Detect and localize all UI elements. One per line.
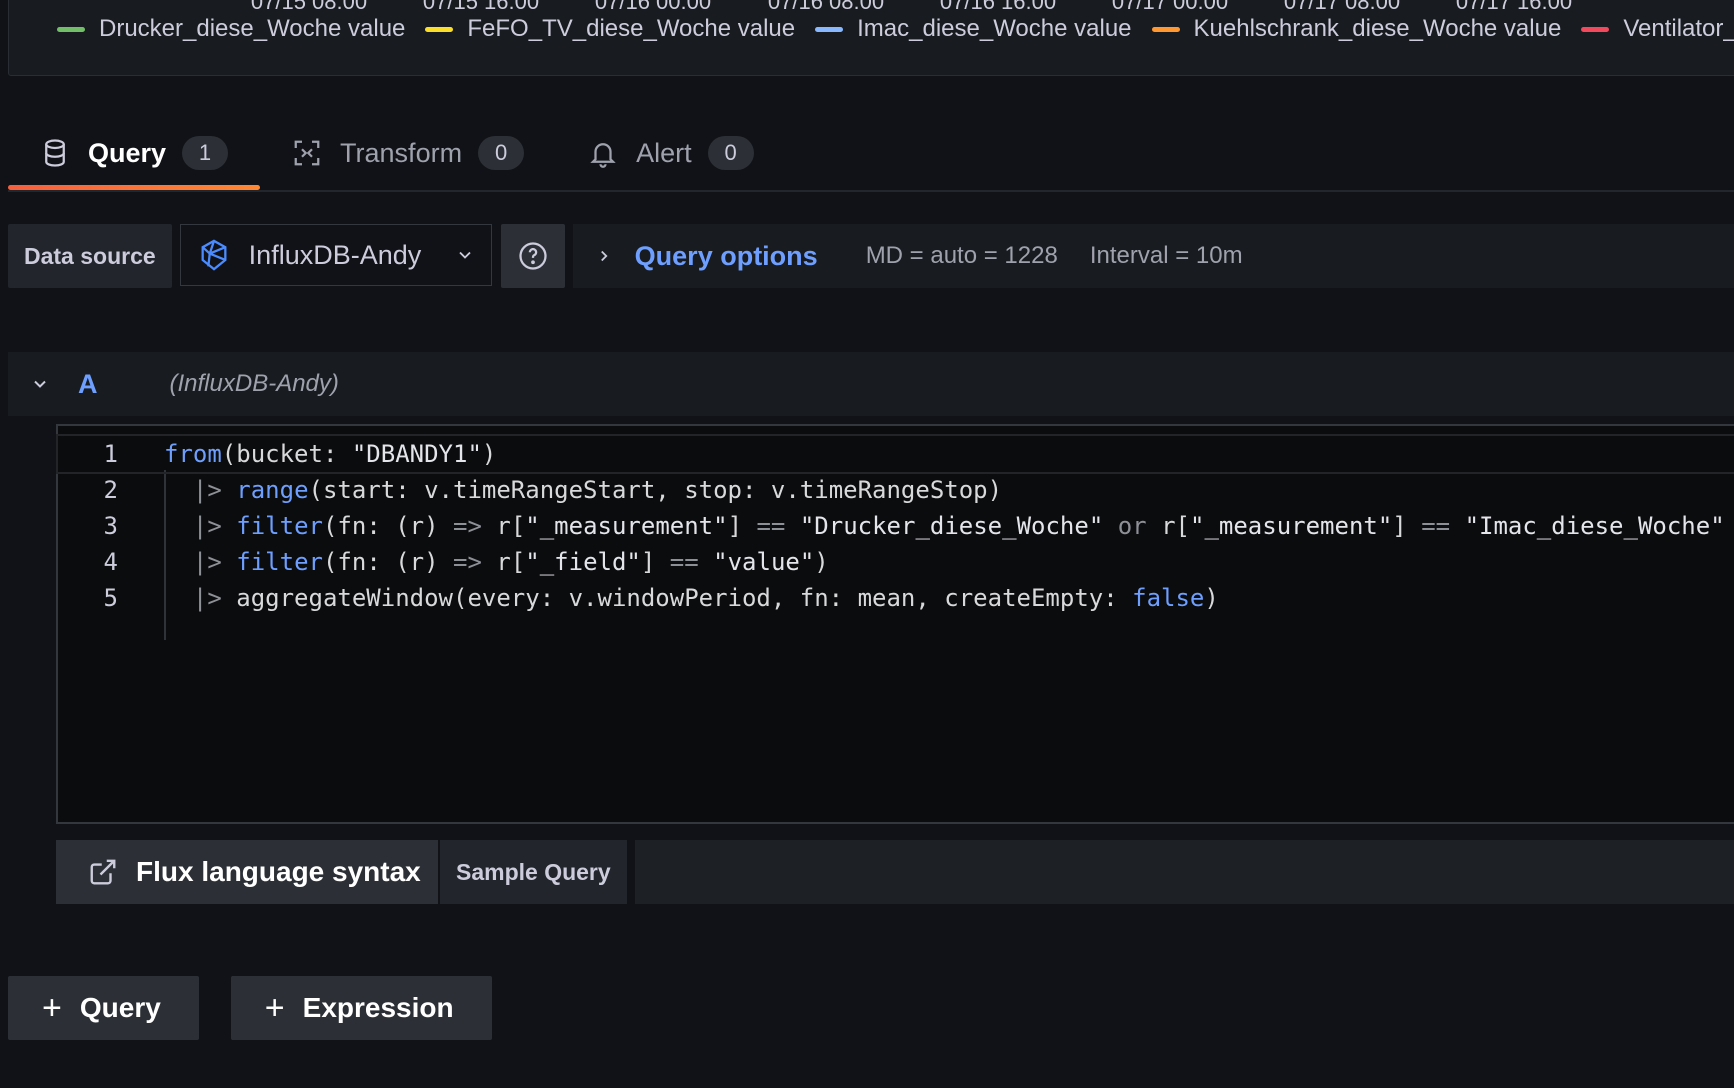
chevron-right-icon[interactable] — [595, 247, 613, 265]
code-line[interactable]: 2 |> range(start: v.timeRangeStart, stop… — [58, 472, 1734, 508]
question-circle-icon — [519, 242, 547, 270]
legend-item-drucker[interactable]: Drucker_diese_Woche value — [57, 15, 405, 43]
legend-label: Imac_diese_Woche value — [857, 15, 1132, 42]
bell-icon — [590, 143, 616, 168]
x-tick: 07/16 00:00 — [594, 0, 712, 14]
interval-value: Interval = 10m — [1089, 242, 1243, 269]
tab-count-badge: 0 — [478, 136, 525, 170]
datasource-help-button[interactable] — [500, 224, 565, 288]
code-text: from(bucket: "DBANDY1") — [164, 440, 497, 468]
x-tick: 07/17 00:00 — [1111, 0, 1229, 14]
query-options-toggle[interactable]: Query options — [635, 241, 818, 272]
datasource-picker[interactable]: InfluxDB-Andy — [179, 224, 492, 286]
line-number: 4 — [103, 548, 118, 576]
database-icon — [45, 139, 65, 167]
query-ref-id[interactable]: A — [78, 369, 98, 400]
line-number: 5 — [103, 584, 118, 612]
legend-item-ventilator[interactable]: Ventilator_diese_Woche value — [1581, 15, 1734, 43]
query-toolbar: Data source InfluxDB-Andy Query options … — [8, 224, 1734, 288]
flux-syntax-link[interactable]: Flux language syntax — [56, 840, 438, 904]
code-line[interactable]: 5 |> aggregateWindow(every: v.windowPeri… — [58, 580, 1734, 616]
query-row-header: A (InfluxDB-Andy) — [8, 352, 1734, 416]
query-datasource-name: (InfluxDB-Andy) — [169, 370, 339, 397]
add-query-button[interactable]: + Query — [8, 976, 199, 1040]
add-expression-label: Expression — [302, 992, 454, 1023]
external-link-icon — [90, 859, 116, 885]
chevron-down-icon — [459, 251, 471, 259]
query-options-bar: Query options MD = auto = 1228 Interval … — [572, 224, 1734, 288]
legend-swatch — [1151, 26, 1180, 32]
legend-swatch — [1581, 26, 1610, 32]
legend-swatch — [57, 26, 85, 32]
flux-code-editor[interactable]: 1 from(bucket: "DBANDY1") 2 |> range(sta… — [56, 424, 1734, 824]
x-tick: 07/17 08:00 — [1283, 0, 1401, 14]
line-number: 1 — [103, 440, 118, 468]
code-line[interactable]: 3 |> filter(fn: (r) => r["_measurement"]… — [58, 508, 1734, 544]
code-line[interactable]: 1 from(bucket: "DBANDY1") — [56, 434, 1734, 474]
code-line[interactable]: 4 |> filter(fn: (r) => r["_field"] == "v… — [58, 544, 1734, 580]
legend-label: Kuehlschrank_diese_Woche value — [1193, 15, 1562, 42]
flux-syntax-label: Flux language syntax — [136, 856, 421, 887]
legend-swatch — [815, 26, 844, 32]
legend-label: FeFO_TV_diese_Woche value — [467, 15, 796, 42]
add-query-label: Query — [79, 992, 161, 1023]
tab-label: Query — [88, 137, 167, 168]
add-expression-button[interactable]: + Expression — [230, 976, 492, 1040]
tab-label: Transform — [340, 137, 463, 168]
timeseries-legend-panel: 07/15 08:00 07/15 16:00 07/16 00:00 07/1… — [8, 0, 1734, 76]
tab-count-badge: 1 — [182, 136, 229, 170]
x-tick: 07/15 08:00 — [250, 0, 368, 14]
chevron-down-icon[interactable] — [30, 374, 50, 394]
tab-label: Alert — [636, 137, 692, 168]
tab-query[interactable]: Query 1 — [8, 118, 261, 190]
transform-icon — [294, 140, 320, 166]
help-row-filler — [634, 840, 1734, 904]
legend-label: Drucker_diese_Woche value — [99, 15, 406, 42]
legend-label: Ventilator_diese_Woche value — [1623, 15, 1734, 42]
legend-swatch — [425, 26, 454, 32]
code-text: |> filter(fn: (r) => r["_field"] == "val… — [192, 548, 829, 576]
x-tick: 07/16 08:00 — [767, 0, 885, 14]
add-actions: + Query + Expression — [8, 976, 492, 1040]
tab-alert[interactable]: Alert 0 — [556, 118, 786, 188]
code-text: |> range(start: v.timeRangeStart, stop: … — [192, 476, 1003, 504]
line-number: 2 — [103, 476, 118, 504]
editor-tabs: Query 1 Transform 0 Alert 0 — [8, 118, 1734, 192]
plus-icon: + — [264, 989, 285, 1027]
legend-item-kuehlschrank[interactable]: Kuehlschrank_diese_Woche value — [1151, 15, 1562, 43]
line-number: 3 — [103, 512, 118, 540]
legend-item-fefo-tv[interactable]: FeFO_TV_diese_Woche value — [425, 15, 795, 43]
plus-icon: + — [42, 989, 62, 1027]
code-text: |> aggregateWindow(every: v.windowPeriod… — [192, 584, 1219, 612]
query-help-row: Flux language syntax Sample Query — [56, 840, 1734, 904]
datasource-label: Data source — [8, 224, 172, 288]
x-tick: 07/15 16:00 — [422, 0, 540, 14]
datasource-value: InfluxDB-Andy — [248, 239, 422, 270]
tab-transform[interactable]: Transform 0 — [260, 118, 556, 188]
legend-item-imac[interactable]: Imac_diese_Woche value — [815, 15, 1132, 43]
x-tick: 07/17 16:00 — [1455, 0, 1573, 14]
max-data-points: MD = auto = 1228 — [865, 242, 1058, 269]
influxdb-icon — [201, 239, 227, 271]
tab-count-badge: 0 — [707, 136, 754, 170]
code-text: |> filter(fn: (r) => r["_measurement"] =… — [192, 512, 1725, 540]
sample-query-button[interactable]: Sample Query — [440, 840, 627, 904]
legend: Drucker_diese_Woche value FeFO_TV_diese_… — [57, 15, 1734, 43]
x-tick: 07/16 16:00 — [939, 0, 1057, 14]
